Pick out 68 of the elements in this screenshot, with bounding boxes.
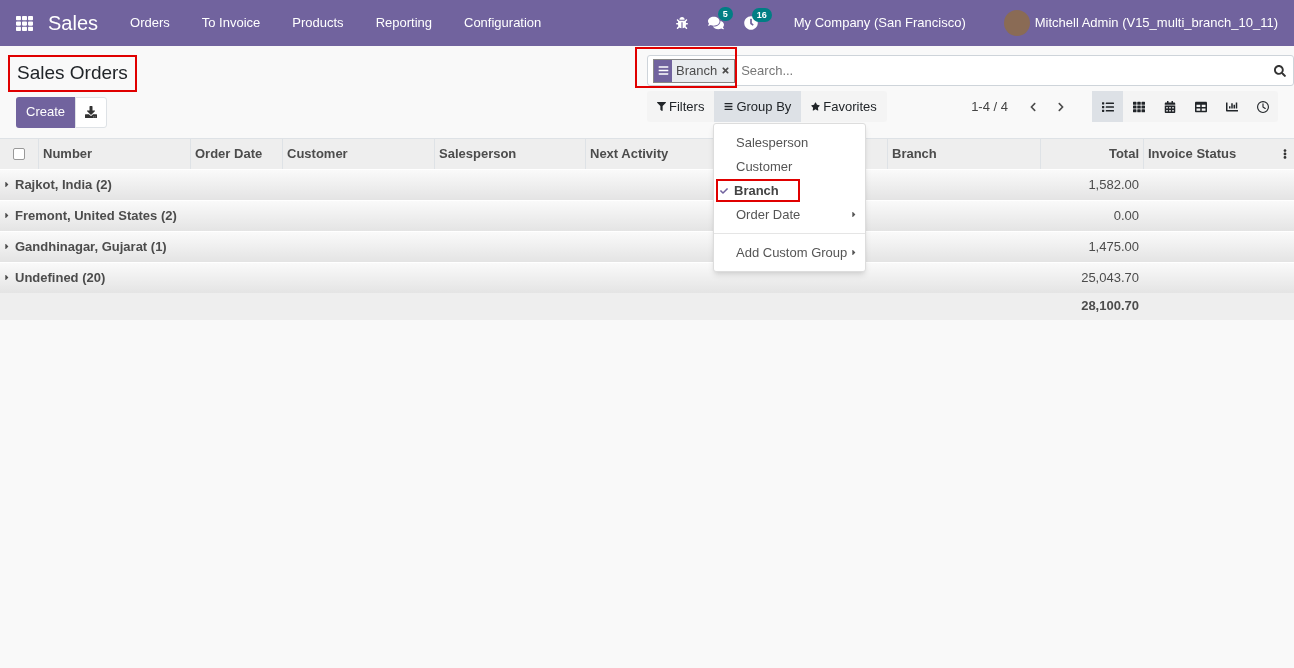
- menu-item[interactable]: Orders: [114, 13, 186, 33]
- group-label: Rajkot, India (2): [15, 175, 112, 194]
- column-header[interactable]: Branch: [892, 143, 937, 164]
- menu-item[interactable]: To Invoice: [185, 13, 277, 33]
- menu-item[interactable]: Configuration: [448, 13, 558, 33]
- star-icon: [811, 102, 821, 111]
- download-button[interactable]: [75, 96, 108, 128]
- search-option-button[interactable]: Favorites: [801, 91, 887, 122]
- app-name[interactable]: Sales: [48, 8, 99, 38]
- dropdown-item[interactable]: Order Date: [718, 203, 861, 226]
- apps-menu-icon[interactable]: [16, 14, 33, 32]
- expand-icon: [4, 211, 10, 220]
- column-header[interactable]: Invoice Status: [1148, 143, 1237, 164]
- list-icon: [1101, 100, 1114, 113]
- expand-icon: [4, 242, 10, 251]
- bug-icon[interactable]: [675, 17, 688, 29]
- menu-item[interactable]: Products: [276, 13, 360, 33]
- dropdown-item[interactable]: Add Custom Group: [718, 241, 861, 264]
- pager-value: 1-4 / 4: [971, 97, 1008, 116]
- column-header[interactable]: Order Date: [195, 143, 263, 164]
- menu-item[interactable]: Reporting: [359, 13, 448, 33]
- activity-count: 16: [751, 8, 772, 22]
- list-view-button[interactable]: [1092, 91, 1123, 122]
- create-button[interactable]: Create: [16, 96, 76, 128]
- select-all-checkbox[interactable]: [13, 147, 25, 160]
- dropdown-item[interactable]: Salesperson: [718, 131, 861, 154]
- group-total: 1,582.00: [1088, 176, 1139, 192]
- grand-total: 28,100.70: [1081, 298, 1139, 314]
- search-field[interactable]: Search...: [741, 60, 1274, 81]
- dropdown-item[interactable]: Branch: [716, 179, 800, 202]
- group-label: Fremont, United States (2): [15, 206, 177, 225]
- chat-icon[interactable]: [707, 15, 724, 31]
- search-icon[interactable]: [1274, 64, 1286, 77]
- filter-icon: [657, 102, 666, 111]
- group-label: Undefined (20): [15, 268, 106, 287]
- pivot-icon: [1194, 100, 1207, 113]
- group-row[interactable]: Undefined (20) 25,043.70: [0, 261, 1294, 293]
- page-title: Sales Orders: [17, 62, 128, 83]
- check-icon: [720, 186, 728, 195]
- calendar-icon: [1163, 100, 1176, 113]
- group-label: Gandhinagar, Gujarat (1): [15, 237, 167, 256]
- expand-icon: [4, 180, 10, 189]
- graph-icon: [1225, 100, 1238, 113]
- activity-icon: [1256, 100, 1269, 113]
- column-header[interactable]: Next Activity: [590, 143, 669, 164]
- message-count: 5: [717, 7, 733, 21]
- kanban-icon: [1132, 100, 1145, 113]
- column-header[interactable]: Number: [43, 143, 93, 164]
- column-header[interactable]: Total: [1108, 143, 1139, 164]
- facet-label: Branch: [675, 61, 719, 80]
- group-total: 0.00: [1113, 207, 1139, 223]
- download-icon: [85, 106, 98, 118]
- remove-icon[interactable]: [721, 66, 731, 75]
- search-option-button[interactable]: Filters: [647, 91, 715, 122]
- column-header[interactable]: Salesperson: [439, 143, 517, 164]
- group-total: 25,043.70: [1081, 269, 1139, 285]
- user-menu[interactable]: Mitchell Admin (V15_multi_branch_10_11): [1034, 13, 1278, 33]
- search-option-button[interactable]: Group By: [714, 91, 802, 122]
- bars-icon: [724, 102, 734, 111]
- group-by-icon: [657, 65, 669, 76]
- group-total: 1,475.00: [1088, 238, 1139, 254]
- next-icon[interactable]: [1056, 101, 1066, 112]
- previous-icon[interactable]: [1028, 101, 1038, 112]
- company-switcher[interactable]: My Company (San Francisco): [793, 13, 966, 33]
- search-bar[interactable]: Branch Search...: [647, 55, 1294, 86]
- column-header[interactable]: Customer: [287, 143, 348, 164]
- expand-icon: [4, 273, 10, 282]
- search-facet[interactable]: Branch: [653, 58, 736, 83]
